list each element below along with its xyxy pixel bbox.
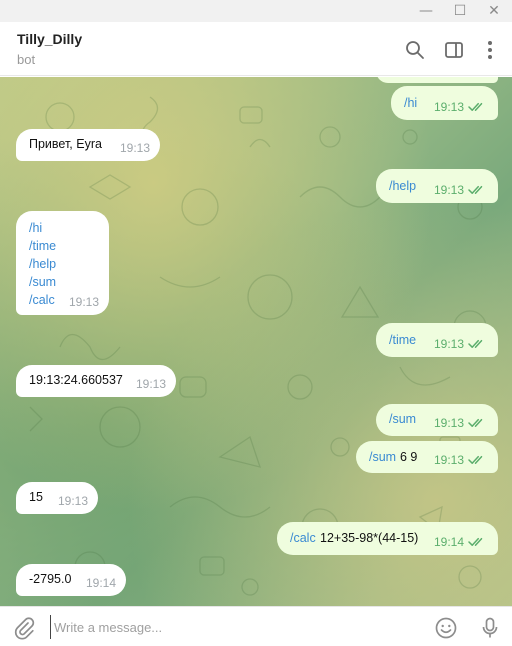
- message-composer: [0, 606, 512, 646]
- message-time: 19:13: [433, 183, 464, 197]
- minimize-button[interactable]: —: [411, 0, 441, 22]
- chat-history[interactable]: 19:13/hi 19:13 Привет, Eyra 19:13/help 19:13…: [0, 77, 512, 606]
- close-window-button[interactable]: ✕: [479, 0, 509, 22]
- read-ticks-icon: [468, 101, 486, 111]
- command-link[interactable]: /hi: [29, 221, 42, 235]
- chat-subtitle: bot: [17, 52, 36, 67]
- window-titlebar: — ☐ ✕: [0, 0, 512, 22]
- maximize-button[interactable]: ☐: [445, 0, 475, 22]
- outgoing-message[interactable]: /time 19:13: [376, 323, 498, 357]
- message-time: 19:14: [85, 576, 116, 590]
- message-input[interactable]: [50, 615, 420, 639]
- message-text: Привет, Eyra: [29, 137, 102, 151]
- message-text: -2795.0: [29, 572, 72, 586]
- message-text[interactable]: /help: [389, 179, 416, 193]
- sidebar-toggle-icon[interactable]: [443, 39, 465, 61]
- message-time: 19:13: [68, 295, 99, 309]
- incoming-message[interactable]: Привет, Eyra 19:13: [16, 129, 160, 161]
- outgoing-message[interactable]: 19:13: [376, 77, 498, 83]
- microphone-icon[interactable]: [478, 616, 502, 640]
- message-time: 19:13: [57, 494, 88, 508]
- message-text: 19:13:24.660537: [29, 373, 123, 387]
- outgoing-message[interactable]: /sum 19:13: [376, 404, 498, 436]
- command-link[interactable]: /calc: [290, 531, 316, 545]
- read-ticks-icon: [468, 338, 486, 348]
- emoji-icon[interactable]: [434, 616, 458, 640]
- attach-icon[interactable]: [12, 616, 36, 640]
- incoming-message[interactable]: -2795.0 19:14: [16, 564, 126, 596]
- more-vertical-icon[interactable]: [479, 39, 501, 61]
- message-args: 6 9: [400, 450, 418, 464]
- incoming-message[interactable]: /hi/time/help/sum/calc 19:13: [16, 211, 109, 315]
- chat-title[interactable]: Tilly_Dilly: [17, 31, 82, 47]
- outgoing-message[interactable]: /hi 19:13: [391, 86, 498, 120]
- read-ticks-icon: [468, 184, 486, 194]
- outgoing-message[interactable]: /help 19:13: [376, 169, 498, 203]
- read-ticks-icon: [468, 536, 486, 546]
- message-text: 15: [29, 490, 43, 504]
- command-link[interactable]: /calc: [29, 293, 55, 307]
- message-text[interactable]: /time: [389, 333, 416, 347]
- message-time: 19:13: [135, 377, 166, 391]
- command-link[interactable]: /sum: [29, 275, 56, 289]
- chat-header: Tilly_Dilly bot: [0, 22, 512, 76]
- search-icon[interactable]: [404, 39, 426, 61]
- read-ticks-icon: [468, 454, 486, 464]
- message-time: 19:14: [433, 535, 464, 549]
- message-text[interactable]: /sum: [389, 412, 416, 426]
- outgoing-message[interactable]: /sum 6 9 19:13: [356, 441, 498, 473]
- message-time: 19:13: [433, 416, 464, 430]
- message-time: 19:13: [119, 141, 150, 155]
- incoming-message[interactable]: 15 19:13: [16, 482, 98, 514]
- message-args: 12+35-98*(44-15): [320, 531, 419, 545]
- incoming-message[interactable]: 19:13:24.660537 19:13: [16, 365, 176, 397]
- message-text[interactable]: /hi: [404, 96, 417, 110]
- message-time: 19:13: [433, 453, 464, 467]
- message-time: 19:13: [433, 337, 464, 351]
- command-link[interactable]: /help: [29, 257, 56, 271]
- outgoing-message[interactable]: /calc 12+35-98*(44-15) 19:14: [277, 522, 498, 555]
- message-time: 19:13: [433, 100, 464, 114]
- command-link[interactable]: /time: [29, 239, 56, 253]
- command-link[interactable]: /sum: [369, 450, 396, 464]
- read-ticks-icon: [468, 417, 486, 427]
